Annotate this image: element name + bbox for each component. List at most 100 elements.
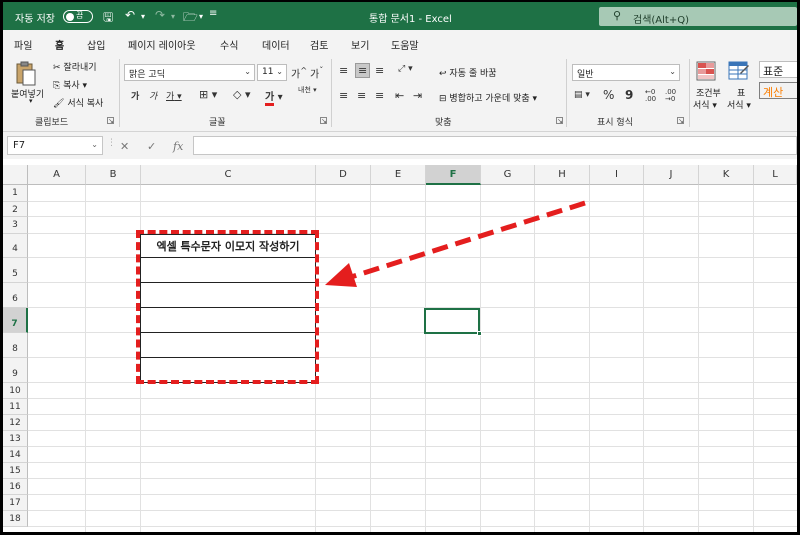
bold-button[interactable]: 가	[131, 89, 139, 102]
row-header-6[interactable]: 6	[3, 283, 28, 308]
redo-dropdown-icon[interactable]: ▾	[171, 12, 175, 21]
accounting-format-button[interactable]: ▤ ▾	[574, 90, 590, 100]
tab-review[interactable]: 검토	[310, 37, 328, 52]
row-header-9[interactable]: 9	[3, 358, 28, 383]
autosave-toggle[interactable]: 끔	[63, 10, 93, 23]
paste-icon[interactable]	[15, 61, 37, 87]
column-header-g[interactable]: G	[481, 165, 535, 185]
italic-button[interactable]: 가	[149, 89, 157, 102]
row-header-12[interactable]: 12	[3, 415, 28, 431]
column-header-a[interactable]: A	[28, 165, 86, 185]
row-header-13[interactable]: 13	[3, 431, 28, 447]
orientation-button[interactable]: ⤢ ▾	[398, 64, 413, 74]
row-header-5[interactable]: 5	[3, 258, 28, 283]
row-header-17[interactable]: 17	[3, 495, 28, 511]
column-header-b[interactable]: B	[86, 165, 141, 185]
tab-formulas[interactable]: 수식	[220, 37, 238, 52]
redo-icon[interactable]: ↷	[155, 8, 165, 22]
select-all-corner[interactable]	[3, 165, 28, 185]
worksheet-grid[interactable]: A B C D E F G H I J K L 1 2 3 4 5 6 7 8 …	[3, 159, 797, 532]
row-header-8[interactable]: 8	[3, 333, 28, 358]
fill-color-button[interactable]: ◇ ▾	[233, 88, 251, 101]
align-top-icon[interactable]: ≡	[339, 64, 348, 77]
cancel-icon[interactable]: ✕	[120, 140, 129, 153]
number-launcher-icon[interactable]: ↘	[677, 117, 684, 125]
format-painter-button[interactable]: 🖌 서식 복사	[53, 96, 103, 109]
increase-decimal-button[interactable]: ←0 .00	[645, 89, 663, 103]
search-box[interactable]: ⚲ 검색(Alt+Q)	[599, 7, 797, 26]
column-header-k[interactable]: K	[699, 165, 754, 185]
paste-button[interactable]: 붙여넣기	[11, 87, 44, 100]
row-header-7[interactable]: 7	[3, 308, 28, 333]
alignment-launcher-icon[interactable]: ↘	[556, 117, 563, 125]
column-header-f[interactable]: F	[426, 165, 481, 185]
tab-insert[interactable]: 삽입	[87, 37, 105, 52]
row-header-2[interactable]: 2	[3, 202, 28, 217]
align-right-icon[interactable]: ≡	[375, 89, 384, 102]
paste-dropdown-icon[interactable]: ▾	[29, 97, 33, 105]
percent-button[interactable]: %	[603, 88, 614, 102]
decrease-decimal-button[interactable]: .00 →0	[665, 89, 685, 103]
font-color-button[interactable]: 가 ▾	[265, 88, 283, 106]
row-header-3[interactable]: 3	[3, 217, 28, 234]
tab-data[interactable]: 데이터	[262, 37, 290, 52]
row-header-1[interactable]: 1	[3, 185, 28, 202]
row-header-14[interactable]: 14	[3, 447, 28, 463]
tab-page-layout[interactable]: 페이지 레이아웃	[128, 37, 196, 52]
selected-cell[interactable]	[424, 308, 482, 336]
font-launcher-icon[interactable]: ↘	[320, 117, 327, 125]
borders-button[interactable]: ⊞ ▾	[199, 88, 217, 101]
column-header-d[interactable]: D	[316, 165, 371, 185]
column-header-i[interactable]: I	[590, 165, 644, 185]
row-header-18[interactable]: 18	[3, 511, 28, 527]
row-header-11[interactable]: 11	[3, 399, 28, 415]
comma-button[interactable]: 9	[625, 88, 633, 102]
column-header-l[interactable]: L	[754, 165, 797, 185]
number-format-combo[interactable]: 일반 ⌄	[572, 64, 680, 81]
format-as-table-label-2[interactable]: 서식 ▾	[727, 98, 751, 111]
align-middle-icon[interactable]: ≡	[355, 63, 371, 78]
open-folder-icon[interactable]: 🗁	[183, 8, 198, 29]
cell-style-normal[interactable]: 표준	[759, 61, 797, 78]
row-header-15[interactable]: 15	[3, 463, 28, 479]
row-header-10[interactable]: 10	[3, 383, 28, 399]
align-center-icon[interactable]: ≡	[357, 89, 366, 102]
enter-icon[interactable]: ✓	[147, 140, 156, 153]
fill-handle[interactable]	[477, 331, 482, 336]
formula-input[interactable]	[193, 136, 797, 155]
copy-button[interactable]: ⎘ 복사 ▾	[53, 78, 87, 91]
align-bottom-icon[interactable]: ≡	[375, 64, 384, 77]
column-header-e[interactable]: E	[371, 165, 426, 185]
row-header-4[interactable]: 4	[3, 234, 28, 258]
undo-icon[interactable]: ↶	[125, 8, 135, 22]
conditional-formatting-icon[interactable]	[696, 61, 716, 81]
column-header-h[interactable]: H	[535, 165, 590, 185]
tab-help[interactable]: 도움말	[391, 37, 419, 52]
decrease-indent-icon[interactable]: ⇤	[395, 89, 404, 102]
undo-dropdown-icon[interactable]: ▾	[141, 12, 145, 21]
underline-button[interactable]: 가 ▾	[166, 89, 182, 102]
open-dropdown-icon[interactable]: ▾	[199, 12, 203, 21]
align-left-icon[interactable]: ≡	[339, 89, 348, 102]
tab-view[interactable]: 보기	[351, 37, 369, 52]
customize-qat-icon[interactable]: ≡	[209, 8, 217, 19]
insert-function-button[interactable]: fx	[173, 140, 183, 153]
phonetic-button[interactable]: 내천 ▾	[298, 87, 317, 94]
merge-center-button[interactable]: ⊟ 병합하고 가운데 맞춤 ▾	[439, 91, 537, 104]
font-name-combo[interactable]: 맑은 고딕 ⌄	[124, 64, 255, 81]
clipboard-launcher-icon[interactable]: ↘	[107, 117, 114, 125]
shrink-font-button[interactable]: 가ˇ	[310, 65, 323, 80]
format-as-table-icon[interactable]	[728, 61, 750, 81]
tab-file[interactable]: 파일	[14, 37, 32, 52]
cell-style-calculation[interactable]: 계산	[759, 82, 797, 99]
column-header-j[interactable]: J	[644, 165, 699, 185]
cut-button[interactable]: ✂ 잘라내기	[53, 60, 97, 73]
save-icon[interactable]: 🖫	[103, 8, 113, 29]
column-header-c[interactable]: C	[141, 165, 316, 185]
grow-font-button[interactable]: 가^	[291, 65, 307, 80]
row-header-16[interactable]: 16	[3, 479, 28, 495]
conditional-formatting-label-2[interactable]: 서식 ▾	[693, 98, 717, 111]
increase-indent-icon[interactable]: ⇥	[413, 89, 422, 102]
font-size-combo[interactable]: 11 ⌄	[257, 64, 287, 81]
name-box[interactable]: F7 ⌄	[7, 136, 103, 155]
